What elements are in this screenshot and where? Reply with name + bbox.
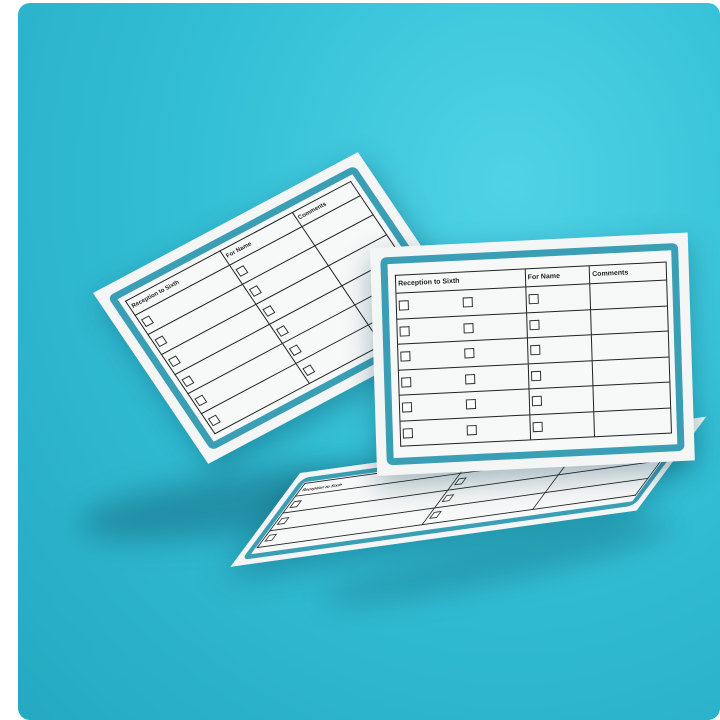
checkbox (398, 300, 409, 311)
checkbox (465, 373, 476, 385)
checkbox (289, 344, 303, 357)
checkbox (466, 424, 477, 436)
checkbox (462, 297, 473, 308)
checkbox (428, 511, 442, 520)
checkbox (401, 402, 413, 413)
product-photo: Reception to Sixth For Name Comments Rec… (18, 3, 720, 720)
checkbox (141, 315, 155, 328)
checkbox (528, 294, 539, 305)
checkbox (289, 499, 303, 508)
form-table: Reception to Sixth For Name Comments (395, 262, 672, 447)
checkbox (181, 375, 195, 387)
checkbox (207, 414, 221, 427)
checkbox (262, 305, 276, 317)
checkbox (400, 351, 411, 362)
form-card-upright: Reception to Sixth For Name Comments (370, 232, 695, 476)
checkbox (453, 477, 467, 486)
checkbox (302, 364, 316, 377)
checkbox (463, 322, 474, 334)
checkbox (529, 345, 541, 356)
checkbox (401, 376, 412, 388)
checkbox (275, 324, 289, 337)
checkbox (194, 394, 208, 407)
checkbox (402, 427, 413, 439)
checkbox (465, 399, 477, 410)
checkbox (441, 494, 455, 503)
checkbox (532, 421, 543, 433)
checkbox (249, 285, 263, 298)
checkbox (399, 325, 410, 337)
checkbox (235, 265, 249, 278)
checkbox (531, 396, 542, 407)
checkbox (530, 370, 541, 382)
checkbox (154, 335, 168, 348)
checkbox (263, 534, 277, 543)
checkbox (276, 516, 290, 525)
checkbox (464, 348, 475, 359)
checkbox (167, 355, 181, 368)
checkbox (528, 319, 540, 331)
